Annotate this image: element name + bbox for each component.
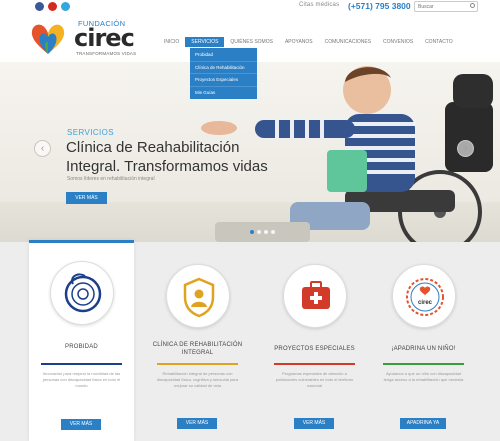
person-shield-icon	[183, 277, 215, 318]
card-icon-circle: cirec	[392, 264, 456, 328]
slider-next-arrow-icon[interactable]: ›	[457, 140, 474, 157]
bike-wheel-icon	[64, 273, 102, 313]
social-links	[35, 2, 70, 11]
slider-dot[interactable]	[264, 230, 268, 234]
services-dropdown: Probidad Clínica de Rehabilitación Proye…	[190, 48, 257, 100]
dropdown-item-probidad[interactable]: Probidad	[190, 49, 257, 62]
nav-item-servicios[interactable]: Servicios	[185, 37, 225, 47]
slider-dot[interactable]	[271, 230, 275, 234]
hero-kicker: SERVICIOS	[67, 128, 115, 137]
dropdown-item-proyectos[interactable]: Proyectos Especiales	[190, 74, 257, 87]
hero-ver-mas-button[interactable]: VER MÁS	[66, 192, 107, 204]
card-text: Rehabilitación integral de personas con …	[156, 371, 239, 388]
card-probidad[interactable]: PROBIDAD Innovación para mejorar la movi…	[29, 240, 134, 441]
card-clinica[interactable]: CLÍNICA DE REHABILITACIÓN INTEGRAL Rehab…	[145, 242, 250, 441]
top-bar: Citas médicas (+571) 795 3800	[0, 0, 500, 14]
nav-item-convenios[interactable]: Convenios	[377, 37, 419, 47]
dropdown-item-guias[interactable]: Mis Guías	[190, 87, 257, 99]
hero-description: Somos líderes en rehabilitación integral	[67, 176, 155, 182]
card-apadrina-button[interactable]: APADRINA YA	[400, 418, 446, 429]
logo-name[interactable]: cirec	[74, 24, 135, 52]
nav-item-comunicaciones[interactable]: Comunicaciones	[319, 37, 377, 47]
card-apadrina[interactable]: cirec ¡APADRINA UN NIÑO! Ayúdanos a que …	[371, 242, 476, 441]
nav-item-apoyanos[interactable]: Apoyanos	[279, 37, 319, 47]
card-title: PROBIDAD	[65, 344, 98, 350]
card-icon-circle	[166, 264, 230, 328]
card-accent-line	[383, 363, 464, 365]
slider-prev-arrow-icon[interactable]: ‹	[34, 140, 51, 157]
card-icon-circle	[283, 264, 347, 328]
card-text: Programas especiales de atención a pobla…	[275, 371, 354, 388]
slider-dots	[250, 230, 275, 234]
card-text: Innovación para mejorar la movilidad de …	[42, 371, 121, 388]
contact-label: Citas médicas	[299, 2, 340, 8]
card-title: ¡APADRINA UN NIÑO!	[391, 346, 456, 352]
logo-tagline: TRANSFORMAMOS VIDAS	[76, 51, 137, 56]
twitter-icon[interactable]	[61, 2, 70, 11]
search-icon[interactable]	[470, 3, 475, 8]
cirec-logo-heart-icon[interactable]	[30, 22, 66, 56]
slider-dot[interactable]	[257, 230, 261, 234]
feature-cards-section: PROBIDAD Innovación para mejorar la movi…	[0, 240, 500, 441]
main-nav: Inicio Servicios Quiénes somos Apoyanos …	[158, 35, 459, 49]
cirec-seal-icon: cirec	[406, 278, 444, 316]
phone-number[interactable]: (+571) 795 3800	[348, 1, 411, 11]
hero-title: Clínica de Reahabilitación Integral. Tra…	[66, 139, 268, 175]
card-accent-line	[274, 363, 355, 365]
card-proyectos[interactable]: PROYECTOS ESPECIALES Programas especiale…	[262, 242, 367, 441]
dropdown-item-clinica[interactable]: Clínica de Rehabilitación	[190, 62, 257, 75]
svg-text:cirec: cirec	[418, 300, 433, 306]
nav-item-contacto[interactable]: Contacto	[419, 37, 459, 47]
card-ver-mas-button[interactable]: VER MÁS	[61, 419, 101, 430]
nav-item-inicio[interactable]: Inicio	[158, 37, 185, 47]
facebook-icon[interactable]	[35, 2, 44, 11]
first-aid-kit-icon	[302, 281, 330, 309]
card-accent-line	[157, 363, 238, 365]
slider-dot[interactable]	[250, 230, 254, 234]
card-text: Ayúdanos a que un niño con discapacidad …	[383, 371, 464, 382]
card-ver-mas-button[interactable]: VER MÁS	[177, 418, 217, 429]
card-title: PROYECTOS ESPECIALES	[274, 346, 355, 352]
search-input[interactable]	[414, 1, 478, 12]
card-accent-line	[41, 363, 122, 365]
card-ver-mas-button[interactable]: VER MÁS	[294, 418, 334, 429]
card-title: CLÍNICA DE REHABILITACIÓN INTEGRAL	[152, 342, 243, 356]
nav-item-quienes-somos[interactable]: Quiénes somos	[224, 37, 279, 47]
card-icon-circle	[50, 261, 114, 325]
youtube-icon[interactable]	[48, 2, 57, 11]
